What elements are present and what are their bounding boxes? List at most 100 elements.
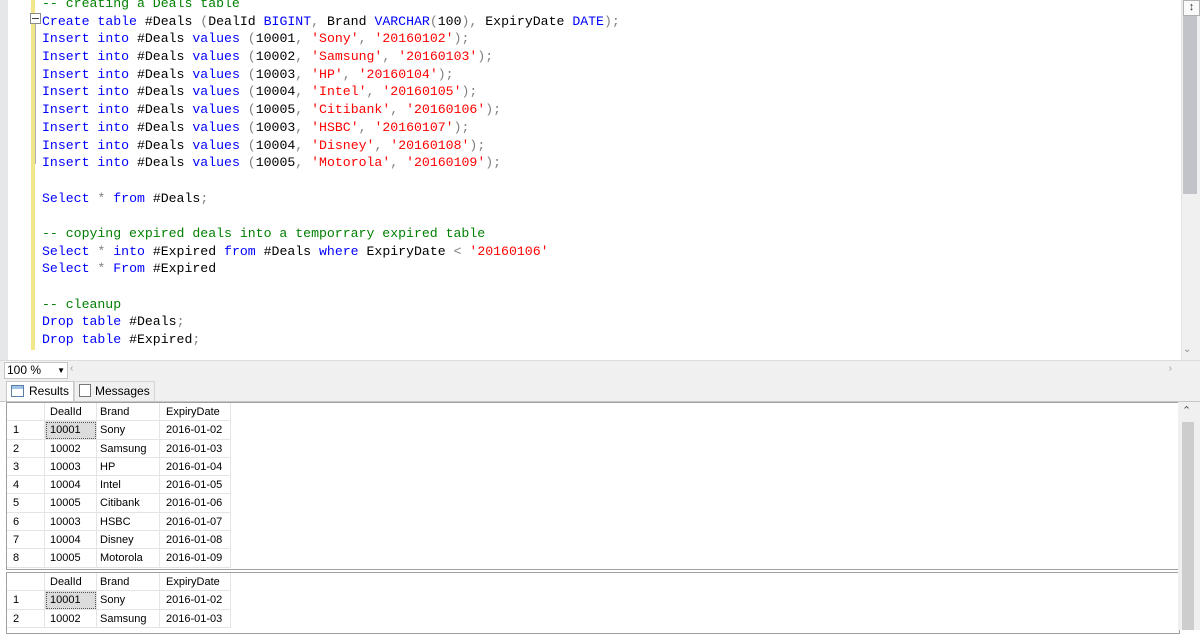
row-number[interactable]: 6	[7, 512, 45, 532]
table-cell[interactable]: 2016-01-08	[160, 531, 231, 550]
table-cell[interactable]: 2016-01-03	[160, 609, 231, 628]
results-scroll-thumb[interactable]	[1182, 422, 1194, 630]
editor-horizontal-scrollbar[interactable]: ‹ ›	[68, 363, 1176, 376]
table-cell[interactable]: Motorola	[97, 549, 160, 568]
scroll-left-icon[interactable]: ‹	[70, 363, 73, 374]
scroll-right-icon[interactable]: ›	[1169, 363, 1172, 374]
table-cell[interactable]: 10003	[45, 457, 97, 477]
code-token: into	[97, 66, 130, 82]
table-cell[interactable]: Disney	[97, 531, 160, 550]
grid-corner[interactable]	[7, 573, 45, 592]
code-line[interactable]	[42, 207, 1172, 225]
code-line[interactable]: Insert into #Deals values (10002, 'Samsu…	[42, 48, 1172, 66]
table-cell[interactable]: 2016-01-04	[160, 457, 231, 477]
table-cell[interactable]: 2016-01-05	[160, 476, 231, 495]
column-header[interactable]: DealId	[45, 573, 97, 592]
code-line[interactable]: -- creating a Deals table	[42, 0, 1172, 13]
table-cell[interactable]: 2016-01-09	[160, 549, 231, 568]
table-cell[interactable]: 2016-01-02	[160, 591, 231, 610]
table-cell[interactable]: Samsung	[97, 439, 160, 458]
table-row[interactable]: 8 10005 Motorola 2016-01-09	[7, 549, 1179, 568]
table-cell[interactable]: 10005	[45, 494, 97, 513]
row-number[interactable]: 1	[7, 591, 45, 610]
table-cell[interactable]: HP	[97, 457, 160, 477]
outline-guide	[35, 24, 36, 164]
row-number[interactable]: 1	[7, 421, 45, 440]
row-number[interactable]: 2	[7, 609, 45, 628]
code-line[interactable]: Insert into #Deals values (10005, 'Citib…	[42, 101, 1172, 119]
code-line[interactable]	[42, 278, 1172, 296]
table-cell[interactable]: 10001	[45, 591, 97, 610]
column-header[interactable]: ExpiryDate	[160, 403, 231, 422]
column-header[interactable]: DealId	[45, 403, 97, 422]
scroll-down-icon[interactable]: ⌄	[1183, 344, 1191, 355]
row-number[interactable]: 8	[7, 549, 45, 568]
column-header[interactable]: ExpiryDate	[160, 573, 231, 592]
table-cell[interactable]: 10003	[45, 512, 97, 532]
code-line[interactable]: Insert into #Deals values (10004, 'Disne…	[42, 137, 1172, 155]
grid-header-row: DealId Brand ExpiryDate	[7, 403, 1179, 422]
table-cell[interactable]: HSBC	[97, 512, 160, 532]
code-token: ;	[192, 332, 201, 348]
results-grid-deals[interactable]: DealId Brand ExpiryDate 1 10001 Sony 2016-01-0…	[6, 402, 1180, 570]
tab-messages[interactable]: Messages	[74, 381, 155, 401]
query-editor[interactable]: -- creating a Deals table Create table #D…	[0, 0, 1200, 360]
table-cell[interactable]: 10004	[45, 531, 97, 550]
code-line[interactable]: -- copying expired deals into a temporra…	[42, 225, 1172, 243]
code-line[interactable]: -- cleanup	[42, 296, 1172, 314]
code-line[interactable]: Select * from #Deals;	[42, 190, 1172, 208]
results-grid-expired[interactable]: DealId Brand ExpiryDate 1 10001 Sony 2016-01-0…	[6, 572, 1180, 634]
table-cell[interactable]: 10001	[45, 421, 97, 440]
table-row[interactable]: 5 10005 Citibank 2016-01-06	[7, 494, 1179, 513]
table-cell[interactable]: Citibank	[97, 494, 160, 513]
code-line[interactable]: Select * From #Expired	[42, 260, 1172, 278]
collapse-icon[interactable]	[30, 13, 41, 24]
code-line[interactable]: Drop table #Expired;	[42, 331, 1172, 349]
row-number[interactable]: 4	[7, 476, 45, 495]
split-icon[interactable]: ↕	[1183, 0, 1200, 16]
table-cell[interactable]: 2016-01-06	[160, 494, 231, 513]
table-row[interactable]: 4 10004 Intel 2016-01-05	[7, 476, 1179, 495]
row-number[interactable]: 3	[7, 457, 45, 477]
table-cell[interactable]: 2016-01-02	[160, 421, 231, 440]
column-header[interactable]: Brand	[97, 573, 160, 592]
table-cell[interactable]: 10004	[45, 476, 97, 495]
code-line[interactable]: Insert into #Deals values (10003, 'HSBC'…	[42, 119, 1172, 137]
row-number[interactable]: 2	[7, 439, 45, 458]
table-row[interactable]: 6 10003 HSBC 2016-01-07	[7, 512, 1179, 532]
table-cell[interactable]: Samsung	[97, 609, 160, 628]
code-line[interactable]: Insert into #Deals values (10003, 'HP', …	[42, 66, 1172, 84]
row-number[interactable]: 5	[7, 494, 45, 513]
code-token: ,	[390, 155, 399, 171]
code-line[interactable]: Select * into #Expired from #Deals where…	[42, 243, 1172, 261]
editor-scroll-thumb[interactable]	[1183, 16, 1197, 194]
table-cell[interactable]: 2016-01-03	[160, 439, 231, 458]
table-row[interactable]: 3 10003 HP 2016-01-04	[7, 457, 1179, 477]
table-row[interactable]: 1 10001 Sony 2016-01-02	[7, 591, 1179, 610]
code-line[interactable]: Create table #Deals (DealId BIGINT, Bran…	[42, 13, 1172, 31]
code-line[interactable]	[42, 172, 1172, 190]
table-row[interactable]: 2 10002 Samsung 2016-01-03	[7, 609, 1179, 628]
code-line[interactable]: Insert into #Deals values (10001, 'Sony'…	[42, 30, 1172, 48]
code-line[interactable]: Drop table #Deals;	[42, 313, 1172, 331]
grid-corner[interactable]	[7, 403, 45, 422]
code-line[interactable]: Insert into #Deals values (10005, 'Motor…	[42, 154, 1172, 172]
row-number[interactable]: 7	[7, 531, 45, 550]
zoom-select[interactable]: 100 % ▼	[4, 362, 68, 379]
table-cell[interactable]: Sony	[97, 421, 160, 440]
table-cell[interactable]: 2016-01-07	[160, 512, 231, 532]
table-row[interactable]: 1 10001 Sony 2016-01-02	[7, 421, 1179, 440]
table-cell[interactable]: 10002	[45, 609, 97, 628]
table-cell[interactable]: Intel	[97, 476, 160, 495]
table-row[interactable]: 2 10002 Samsung 2016-01-03	[7, 439, 1179, 458]
scroll-up-icon[interactable]: ⌃	[1182, 404, 1191, 417]
column-header[interactable]: Brand	[97, 403, 160, 422]
tab-results[interactable]: Results	[6, 381, 75, 401]
table-cell[interactable]: 10005	[45, 549, 97, 568]
code-line[interactable]: Insert into #Deals values (10004, 'Intel…	[42, 83, 1172, 101]
table-cell[interactable]: 10002	[45, 439, 97, 458]
table-cell[interactable]: Sony	[97, 591, 160, 610]
code-area[interactable]: -- creating a Deals table Create table #D…	[42, 0, 1172, 349]
table-row[interactable]: 7 10004 Disney 2016-01-08	[7, 531, 1179, 550]
